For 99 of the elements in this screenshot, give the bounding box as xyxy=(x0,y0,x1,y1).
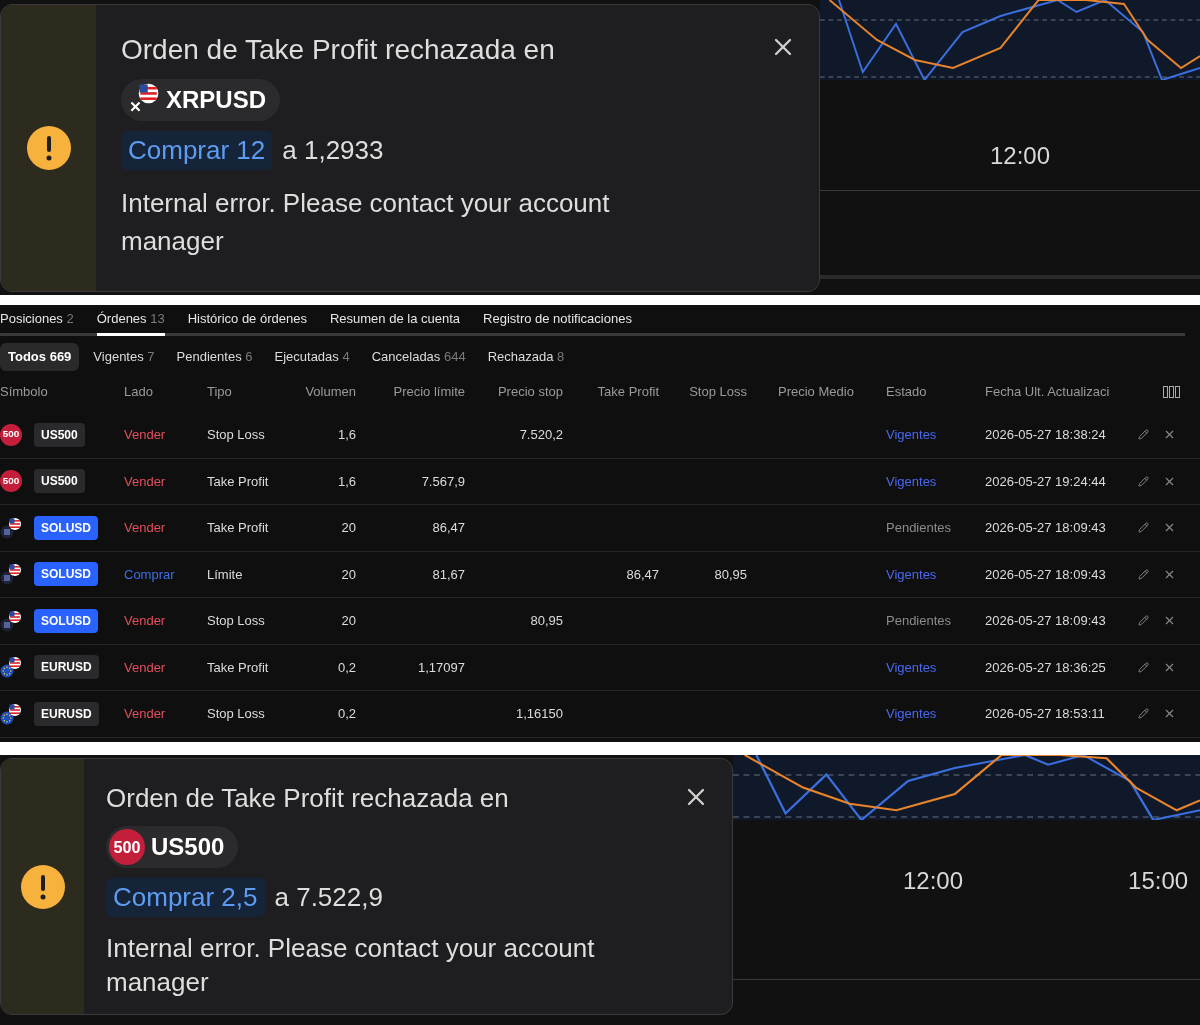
table-cell: Take Profit xyxy=(207,659,269,675)
time-axis-label: 12:00 xyxy=(990,141,1051,171)
tab[interactable]: Histórico de órdenes xyxy=(187,305,307,336)
table-cell: 1,6 xyxy=(337,427,356,442)
order-price: a 1,2933 xyxy=(282,134,384,167)
tab[interactable]: Resumen de la cuenta xyxy=(329,305,461,336)
table-cell: 7.520,2 xyxy=(519,427,563,442)
table-cell: 2026-05-27 19:24:44 xyxy=(985,473,1106,489)
column-header: Precio Medio xyxy=(778,384,854,400)
table-cell: 0,2 xyxy=(337,659,356,675)
table-cell: Vigentes xyxy=(886,427,937,442)
error-message: Internal error. Please contact your account manager xyxy=(121,187,611,258)
index-badge-icon: 500 xyxy=(109,829,145,865)
table-cell: Vender xyxy=(124,706,166,721)
column-header: Take Profit xyxy=(597,384,659,400)
tab[interactable]: Posiciones 2 xyxy=(0,305,74,336)
notification-title: Orden de Take Profit rechazada en xyxy=(106,782,509,815)
table-cell: 80,95 xyxy=(530,613,563,628)
column-header: Estado xyxy=(886,384,927,400)
column-header: Volumen xyxy=(305,384,356,400)
table-cell: Comprar xyxy=(124,566,175,582)
filter-chip[interactable]: Vigentes 7 xyxy=(85,343,163,371)
table-cell: 0,2 xyxy=(337,706,356,721)
warning-icon xyxy=(19,863,66,910)
table-cell: 81,67 xyxy=(432,566,465,582)
column-header: Fecha Ult. Actualizaci xyxy=(985,384,1110,400)
column-header: Stop Loss xyxy=(689,384,747,400)
table-cell: Take Profit xyxy=(207,473,269,489)
notification-title: Orden de Take Profit rechazada en xyxy=(121,33,555,67)
table-cell: 2026-05-27 18:38:24 xyxy=(985,427,1106,442)
table-cell: 2026-05-27 18:09:43 xyxy=(985,613,1106,628)
filter-chip[interactable]: Ejecutadas 4 xyxy=(266,343,358,371)
table-cell: 2026-05-27 18:09:43 xyxy=(985,520,1106,535)
order-side-chip: Comprar 12 xyxy=(121,131,273,170)
error-message: Internal error. Please contact your account manager xyxy=(106,932,596,999)
table-cell: 1,17097 xyxy=(418,659,465,675)
index-badge-icon: 500 xyxy=(0,423,22,446)
column-header: Precio límite xyxy=(393,384,465,400)
table-cell: Vigentes xyxy=(886,706,937,721)
column-header: Lado xyxy=(124,384,153,400)
table-cell: Stop Loss xyxy=(207,706,265,721)
edit-icon[interactable] xyxy=(1138,707,1149,721)
symbol-tag: US500 xyxy=(34,469,85,494)
column-header: Tipo xyxy=(207,384,232,400)
columns-icon[interactable] xyxy=(1163,386,1180,398)
order-side-chip: Comprar 2,5 xyxy=(106,878,265,917)
table-cell: Vigentes xyxy=(886,659,937,675)
filter-chip[interactable]: Pendientes 6 xyxy=(168,343,261,371)
table-cell: 20 xyxy=(341,566,356,582)
symbol-name: XRPUSD xyxy=(166,85,267,115)
table-cell: 1,16150 xyxy=(516,706,563,721)
edit-icon[interactable] xyxy=(1138,521,1149,535)
edit-icon[interactable] xyxy=(1138,614,1149,628)
symbol-tag: US500 xyxy=(34,422,85,447)
table-cell: 20 xyxy=(341,520,356,535)
column-header: Precio stop xyxy=(497,384,563,400)
table-cell: Vigentes xyxy=(886,566,937,582)
table-cell: Stop Loss xyxy=(207,427,265,442)
table-cell: 2026-05-27 18:09:43 xyxy=(985,566,1106,582)
symbol-tag: EURUSD xyxy=(34,701,99,726)
table-cell: Vender xyxy=(124,473,166,489)
table-cell: Pendientes xyxy=(886,520,952,535)
table-cell: 20 xyxy=(341,613,356,628)
table-cell: 1,6 xyxy=(337,473,356,489)
order-price: a 7.522,9 xyxy=(274,881,383,914)
table-cell: 7.567,9 xyxy=(421,473,465,489)
table-cell: Vender xyxy=(124,427,166,442)
time-axis-label: 15:00 xyxy=(1128,866,1189,896)
filter-chip[interactable]: Rechazada 8 xyxy=(479,343,573,371)
table-cell: Vigentes xyxy=(886,473,937,489)
tab[interactable]: Registro de notificaciones xyxy=(483,305,632,336)
table-cell: Vender xyxy=(124,659,166,675)
table-cell: 2026-05-27 18:36:25 xyxy=(985,659,1106,675)
filter-chip[interactable]: Canceladas 644 xyxy=(363,343,474,371)
symbol-tag: SOLUSD xyxy=(34,515,98,540)
table-cell: Límite xyxy=(207,566,243,582)
symbol-tag: SOLUSD xyxy=(34,608,98,633)
symbol-name: US500 xyxy=(151,832,225,862)
symbol-tag: SOLUSD xyxy=(34,562,98,587)
column-header: Símbolo xyxy=(0,384,48,400)
warning-icon xyxy=(25,125,72,171)
table-cell: 2026-05-27 18:53:11 xyxy=(985,706,1105,721)
table-cell: Vender xyxy=(124,520,166,535)
edit-icon[interactable] xyxy=(1138,660,1149,674)
table-cell: Pendientes xyxy=(886,613,952,628)
edit-icon[interactable] xyxy=(1138,474,1149,488)
table-cell: 80,95 xyxy=(714,566,747,582)
table-cell: 86,47 xyxy=(626,566,659,582)
edit-icon[interactable] xyxy=(1138,567,1149,581)
symbol-tag: EURUSD xyxy=(34,655,99,680)
tab[interactable]: Órdenes 13 xyxy=(96,305,165,336)
table-cell: Take Profit xyxy=(207,520,269,535)
table-cell: Stop Loss xyxy=(207,613,265,628)
filter-chip[interactable]: Todos 669 xyxy=(0,343,80,371)
table-cell: 86,47 xyxy=(432,520,465,535)
index-badge-icon: 500 xyxy=(0,470,22,493)
edit-icon[interactable] xyxy=(1138,428,1149,442)
time-axis-label: 12:00 xyxy=(903,866,964,896)
table-cell: Vender xyxy=(124,613,166,628)
